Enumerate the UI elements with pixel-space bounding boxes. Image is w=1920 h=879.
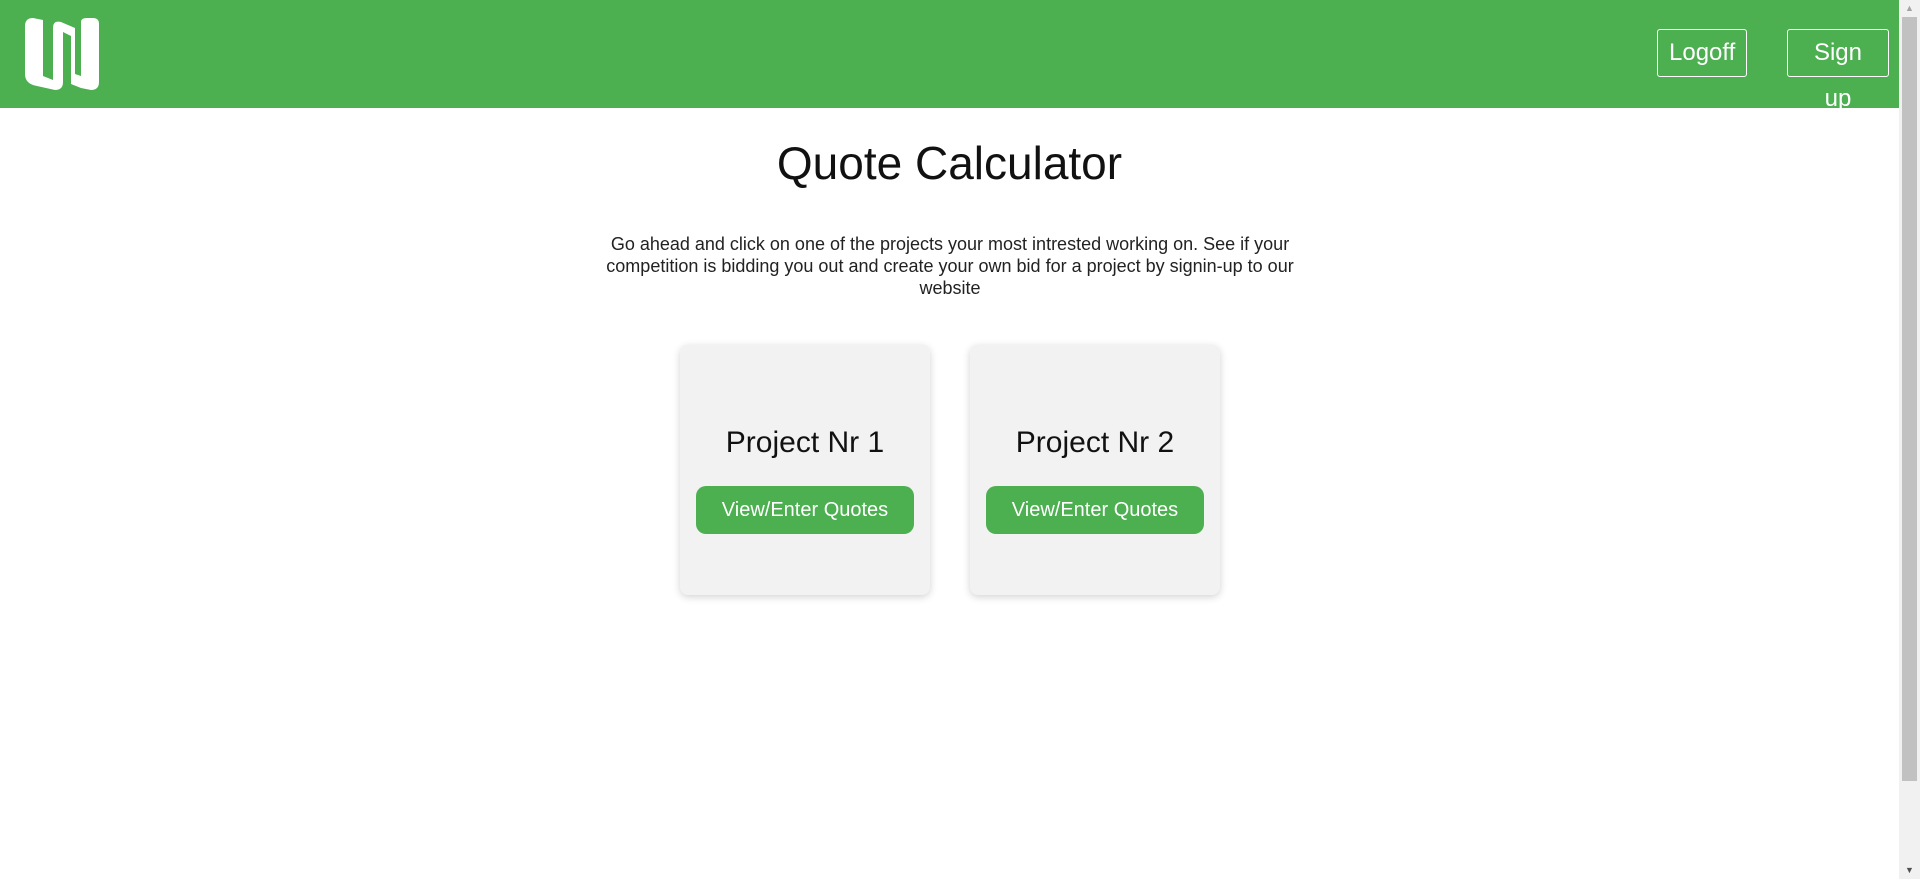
project-title: Project Nr 2 (1015, 426, 1175, 459)
brand-logo-icon[interactable] (23, 16, 101, 92)
viewport: Logoff Sign up Quote Calculator Go ahead… (0, 0, 1899, 879)
logoff-button[interactable]: Logoff (1657, 29, 1747, 77)
scroll-up-arrow-icon[interactable]: ▲ (1899, 0, 1920, 17)
project-title: Project Nr 1 (725, 426, 885, 459)
view-enter-quotes-button[interactable]: View/Enter Quotes (986, 486, 1204, 534)
vertical-scrollbar[interactable]: ▲ ▼ (1899, 0, 1920, 879)
intro-text: Go ahead and click on one of the project… (606, 234, 1294, 298)
sign-up-button[interactable]: Sign up (1787, 29, 1889, 112)
top-header: Logoff Sign up (0, 0, 1899, 112)
view-enter-quotes-button[interactable]: View/Enter Quotes (696, 486, 914, 534)
page: Logoff Sign up Quote Calculator Go ahead… (0, 0, 1920, 879)
project-card-1: Project Nr 1 View/Enter Quotes (680, 345, 930, 595)
page-title: Quote Calculator (776, 137, 1123, 189)
scrollbar-thumb[interactable] (1902, 17, 1917, 781)
project-card-2: Project Nr 2 View/Enter Quotes (970, 345, 1220, 595)
scroll-down-arrow-icon[interactable]: ▼ (1899, 862, 1920, 879)
